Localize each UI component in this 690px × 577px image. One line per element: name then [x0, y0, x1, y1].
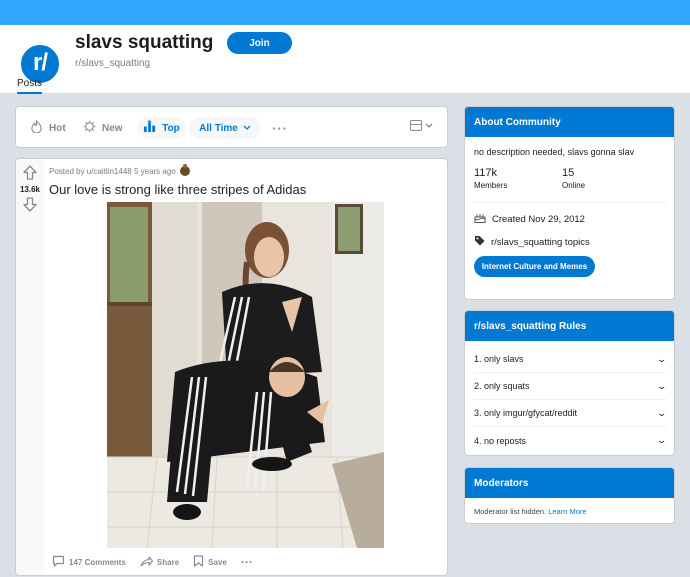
about-community-widget: About Community no description needed, s… [464, 106, 675, 300]
rule-item[interactable]: 2. only squats ⌄ [474, 373, 668, 400]
community-title: slavs squatting [75, 32, 214, 53]
rule-item[interactable]: 3. only imgur/gfycat/reddit ⌄ [474, 400, 668, 427]
comment-icon [52, 555, 65, 570]
sort-hot[interactable]: Hot [30, 117, 66, 139]
time-filter-dropdown[interactable]: All Time [189, 117, 261, 139]
chevron-down-icon: ⌄ [656, 407, 668, 418]
online-label: Online [562, 181, 586, 190]
tag-icon [474, 235, 485, 249]
join-button[interactable]: Join [227, 32, 292, 54]
post-card[interactable]: 13.6k Posted by u/caitlin1448 5 years ag… [15, 158, 448, 576]
learn-more-link[interactable]: Learn More [548, 507, 586, 516]
community-banner [0, 0, 690, 25]
award-icon [179, 164, 190, 176]
chevron-down-icon: ⌄ [656, 435, 668, 445]
members-count: 117k [474, 167, 498, 179]
share-button[interactable]: Share [140, 555, 179, 570]
chevron-down-icon: ⌄ [656, 380, 668, 391]
rules-widget: r/slavs_squatting Rules 1. only slavs ⌄ 2… [464, 310, 675, 456]
card-view-icon [410, 120, 422, 131]
community-header: r/ slavs squatting Join r/slavs_squattin… [0, 25, 690, 94]
save-button[interactable]: Save [193, 554, 227, 570]
members-label: Members [474, 181, 508, 190]
moderators-widget: Moderators Moderator list hidden. Learn … [464, 467, 675, 524]
upvote-icon[interactable] [22, 165, 38, 181]
save-icon [193, 554, 204, 570]
vote-score: 13.6k [19, 185, 41, 194]
topic-chip[interactable]: Internet Culture and Memes [474, 256, 595, 277]
top-icon [143, 120, 156, 136]
comments-button[interactable]: 147 Comments [52, 555, 126, 570]
divider [474, 202, 666, 203]
share-icon [140, 555, 153, 570]
hot-icon [30, 119, 43, 136]
post-actions: 147 Comments Share Save ··· [52, 554, 267, 570]
post-image[interactable] [107, 202, 384, 548]
sort-top[interactable]: Top [137, 117, 186, 139]
rule-item[interactable]: 4. no reposts ⌄ [474, 427, 668, 454]
post-meta: Posted by u/caitlin1448 5 years ago [49, 164, 190, 176]
community-name: r/slavs_squatting [75, 58, 151, 69]
community-topics[interactable]: r/slavs_squatting topics [474, 235, 590, 249]
community-description: no description needed, slavs gonna slav [474, 147, 635, 157]
post-title[interactable]: Our love is strong like three stripes of… [49, 182, 306, 197]
created-date: Created Nov 29, 2012 [474, 212, 585, 226]
post-more-button[interactable]: ··· [241, 555, 253, 569]
rules-list: 1. only slavs ⌄ 2. only squats ⌄ 3. only i… [465, 346, 676, 454]
vote-column: 13.6k [16, 159, 44, 575]
sort-bar: Hot New Top All Time ··· [15, 106, 448, 148]
tab-posts[interactable]: Posts [17, 78, 43, 94]
chevron-down-icon [243, 123, 251, 134]
sort-new[interactable]: New [83, 117, 123, 139]
moderators-text: Moderator list hidden. Learn More [474, 507, 587, 516]
rule-item[interactable]: 1. only slavs ⌄ [474, 346, 668, 373]
sort-more-button[interactable]: ··· [272, 117, 288, 139]
new-icon [83, 120, 96, 136]
online-count: 15 [562, 167, 575, 179]
chevron-down-icon [425, 123, 433, 128]
rules-header: r/slavs_squatting Rules [465, 311, 674, 341]
view-toggle[interactable] [410, 120, 433, 131]
chevron-down-icon: ⌄ [656, 353, 668, 364]
moderators-header: Moderators [465, 468, 674, 498]
downvote-icon[interactable] [22, 197, 38, 213]
about-header: About Community [465, 107, 674, 137]
cake-icon [474, 212, 486, 226]
